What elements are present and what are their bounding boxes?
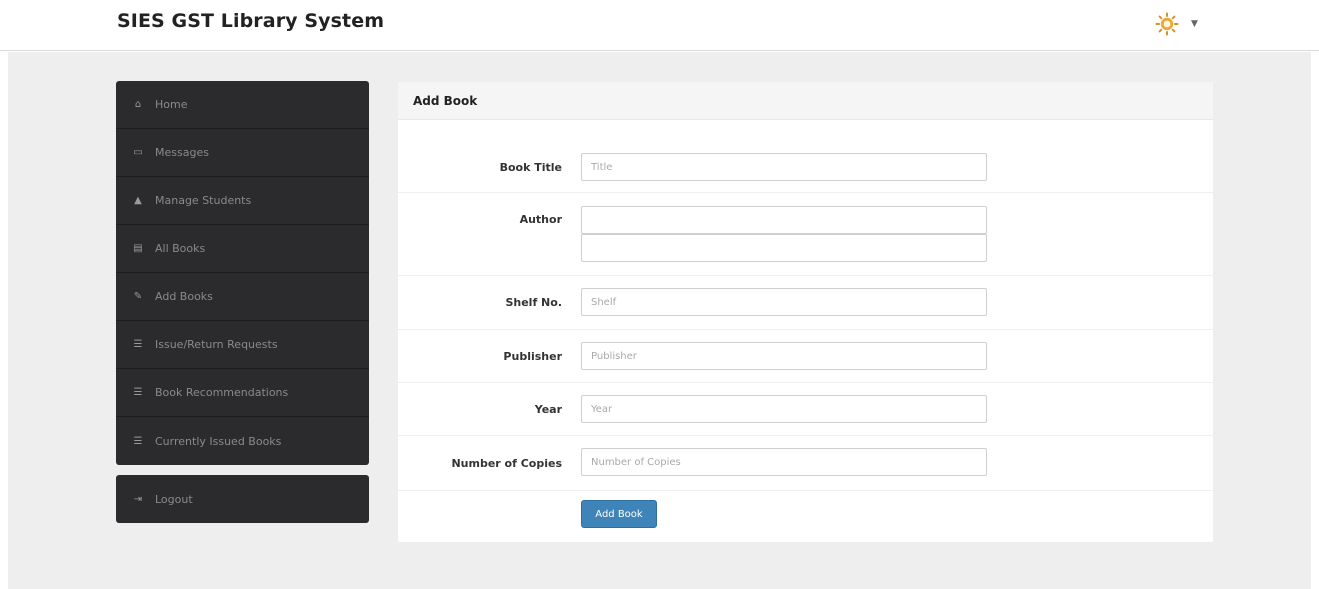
sidebar-item-label: Currently Issued Books: [155, 434, 282, 448]
sidebar-item-label: Add Books: [155, 290, 213, 303]
sign-out-icon: ⇥: [133, 493, 143, 505]
form-row-copies: Number of Copies: [398, 436, 1213, 491]
shelf-input[interactable]: [581, 288, 987, 316]
publisher-input[interactable]: [581, 342, 987, 370]
sidebar-item-label: Manage Students: [155, 194, 252, 207]
sidebar-item-label: Home: [155, 98, 188, 111]
book-title-label: Book Title: [499, 161, 562, 174]
year-label: Year: [534, 403, 562, 416]
publisher-label: Publisher: [503, 350, 562, 363]
sidebar-item-add-books[interactable]: ✎ Add Books: [116, 273, 369, 321]
top-navbar: SIES GST Library System ▼: [0, 0, 1319, 51]
panel-title: Add Book: [398, 82, 1213, 120]
author-input-secondary[interactable]: [581, 234, 987, 262]
copies-input[interactable]: [581, 448, 987, 476]
sidebar-item-label: Messages: [155, 146, 209, 159]
logout-label: Logout: [155, 492, 193, 506]
user-menu[interactable]: ▼: [1155, 12, 1198, 36]
list-icon: ☰: [133, 387, 143, 398]
form-row-shelf: Shelf No.: [398, 276, 1213, 330]
home-icon: ⌂: [134, 99, 142, 110]
add-book-button[interactable]: Add Book: [581, 500, 657, 528]
sun-avatar-icon[interactable]: [1155, 12, 1179, 36]
sidebar-item-label: All Books: [155, 242, 206, 255]
inbox-icon: ▭: [133, 147, 143, 158]
sidebar-item-manage-students[interactable]: ▲ Manage Students: [116, 177, 369, 225]
book-title-input[interactable]: [581, 153, 987, 181]
form-row-publisher: Publisher: [398, 330, 1213, 383]
sidebar-item-home[interactable]: ⌂ Home: [116, 81, 369, 129]
sidebar-item-messages[interactable]: ▭ Messages: [116, 129, 369, 177]
shelf-label: Shelf No.: [505, 296, 562, 309]
list-icon: ☰: [133, 435, 143, 447]
author-input[interactable]: [581, 206, 987, 234]
copies-label: Number of Copies: [451, 457, 562, 470]
sidebar-nav: ⌂ Home ▭ Messages ▲ Manage Students ▤ Al…: [116, 81, 369, 465]
form-row-book-title: Book Title: [398, 120, 1213, 193]
app-title[interactable]: SIES GST Library System: [117, 10, 384, 32]
sidebar-item-all-books[interactable]: ▤ All Books: [116, 225, 369, 273]
sidebar-item-issue-return-requests[interactable]: ☰ Issue/Return Requests: [116, 321, 369, 369]
book-icon: ▤: [133, 243, 143, 254]
year-input[interactable]: [581, 395, 987, 423]
sidebar-item-label: Issue/Return Requests: [155, 338, 278, 351]
caret-down-icon[interactable]: ▼: [1191, 19, 1198, 29]
list-icon: ☰: [133, 339, 143, 350]
form-row-year: Year: [398, 383, 1213, 436]
user-icon: ▲: [134, 195, 142, 206]
sidebar-item-label: Book Recommendations: [155, 386, 289, 399]
sidebar-item-book-recommendations[interactable]: ☰ Book Recommendations: [116, 369, 369, 417]
sidebar-item-currently-issued-books[interactable]: ☰ Currently Issued Books: [116, 417, 369, 465]
edit-icon: ✎: [133, 291, 143, 302]
form-row-author: Author: [398, 193, 1213, 276]
logout-button[interactable]: ⇥ Logout: [116, 475, 369, 523]
add-book-panel: Add Book Book Title Author Shelf No. Pub…: [398, 82, 1213, 542]
author-label: Author: [519, 213, 562, 226]
